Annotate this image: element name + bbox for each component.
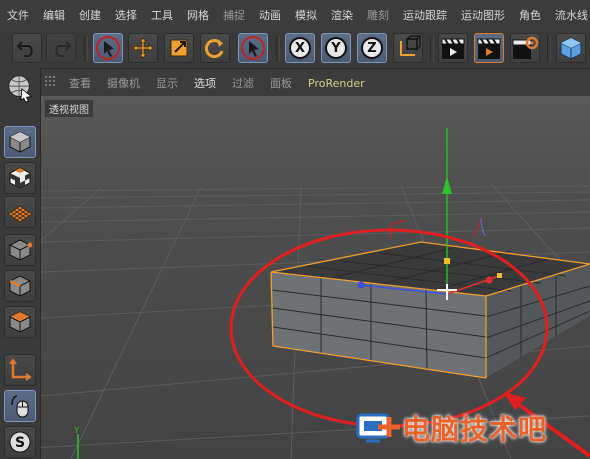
clapboard-icon	[477, 38, 501, 59]
render-settings-button[interactable]	[510, 33, 540, 63]
edges-cube-icon	[9, 275, 31, 297]
snap-s-icon: S	[9, 431, 31, 453]
snapping-button[interactable]: S	[4, 426, 36, 458]
y-axis-icon: Y	[325, 37, 347, 59]
undo-button[interactable]	[12, 33, 42, 63]
undo-icon	[16, 41, 33, 57]
cursor-select-icon	[241, 36, 265, 60]
globe-icon	[8, 75, 33, 103]
menu-character[interactable]: 角色	[512, 7, 548, 23]
menu-bar: 文件 编辑 创建 选择 工具 网格 捕捉 动画 模拟 渲染 雕刻 运动跟踪 运动…	[0, 0, 590, 31]
viewport-menu-bar: 查看 摄像机 显示 选项 过滤 面板 ProRender	[41, 70, 590, 96]
points-mode-button[interactable]	[4, 234, 36, 266]
coordinate-system-button[interactable]	[393, 33, 423, 63]
viewport-menu-prorender[interactable]: ProRender	[300, 77, 373, 90]
scale-icon	[170, 39, 188, 57]
rotate-tool-button[interactable]	[200, 33, 230, 63]
viewport-menu-filter[interactable]: 过滤	[224, 75, 262, 91]
menu-mesh[interactable]: 网格	[180, 7, 216, 23]
selection-tool-button[interactable]	[238, 33, 268, 63]
menu-create[interactable]: 创建	[72, 7, 108, 23]
edges-mode-button[interactable]	[4, 270, 36, 302]
viewport-menu-panel[interactable]: 面板	[262, 75, 300, 91]
polygons-mode-button[interactable]	[4, 306, 36, 338]
menu-snap[interactable]: 捕捉	[216, 7, 252, 23]
world-coordinates-icon	[400, 35, 421, 56]
viewport-menu-view[interactable]: 查看	[61, 75, 99, 91]
mouse-icon	[11, 395, 29, 418]
menu-mograph[interactable]: 运动图形	[454, 7, 512, 23]
checker-cube-icon	[9, 167, 31, 189]
points-cube-icon	[9, 239, 32, 261]
model-cube-icon	[9, 131, 31, 153]
texture-mode-button[interactable]	[4, 162, 36, 194]
scale-tool-button[interactable]	[164, 33, 194, 63]
viewport-scene: Y	[41, 96, 590, 459]
svg-text:S: S	[15, 435, 25, 451]
perspective-viewport[interactable]: Y 透视视图	[41, 96, 590, 459]
watermark-text: 电脑技术吧	[402, 413, 548, 446]
axis-mode-button[interactable]	[4, 354, 36, 386]
viewport-menu-options[interactable]: 选项	[186, 75, 224, 91]
live-selection-icon	[96, 36, 120, 60]
polygons-cube-icon	[9, 311, 31, 333]
cube-icon	[560, 37, 582, 60]
menu-file[interactable]: 文件	[0, 7, 36, 23]
menu-tools[interactable]: 工具	[144, 7, 180, 23]
watermark-logo-icon	[356, 413, 400, 443]
workplane-mode-button[interactable]	[4, 196, 36, 228]
viewport-menu-cameras[interactable]: 摄像机	[99, 75, 148, 91]
rotate-icon	[204, 39, 224, 58]
menu-sculpt[interactable]: 雕刻	[360, 7, 396, 23]
svg-text:Y: Y	[73, 426, 80, 436]
z-axis-icon: Z	[361, 37, 383, 59]
menu-pipeline[interactable]: 流水线	[548, 7, 590, 23]
viewport-camera-label: 透视视图	[44, 99, 94, 118]
redo-icon	[55, 41, 72, 57]
live-selection-button[interactable]	[93, 33, 123, 63]
redo-button[interactable]	[46, 33, 76, 63]
z-axis-lock-button[interactable]: Z	[357, 33, 387, 63]
axis-icon	[9, 358, 32, 381]
menu-select[interactable]: 选择	[108, 7, 144, 23]
x-axis-icon: X	[289, 37, 311, 59]
model-mode-button[interactable]	[4, 126, 36, 158]
mode-palette: S	[0, 68, 41, 459]
grid-plane-icon	[7, 205, 33, 223]
render-view-button[interactable]	[438, 33, 468, 63]
move-tool-button[interactable]	[128, 33, 158, 63]
viewport-grip-icon[interactable]	[41, 75, 61, 91]
tweak-mode-button[interactable]	[4, 390, 36, 422]
main-toolbar: X Y Z	[0, 30, 590, 69]
render-settings-icon	[512, 36, 539, 59]
cube-object-button[interactable]	[556, 33, 586, 63]
y-axis-lock-button[interactable]: Y	[321, 33, 351, 63]
menu-render[interactable]: 渲染	[324, 7, 360, 23]
use-mode-button[interactable]	[4, 70, 36, 106]
menu-edit[interactable]: 编辑	[36, 7, 72, 23]
render-to-picture-viewer-button[interactable]	[474, 33, 504, 63]
clapboard-icon	[441, 38, 465, 59]
viewport-menu-display[interactable]: 显示	[148, 75, 186, 91]
menu-simulate[interactable]: 模拟	[288, 7, 324, 23]
x-axis-lock-button[interactable]: X	[285, 33, 315, 63]
menu-animate[interactable]: 动画	[252, 7, 288, 23]
watermark: 电脑技术吧	[356, 408, 547, 448]
move-icon	[132, 37, 154, 59]
menu-motion-tracker[interactable]: 运动跟踪	[396, 7, 454, 23]
